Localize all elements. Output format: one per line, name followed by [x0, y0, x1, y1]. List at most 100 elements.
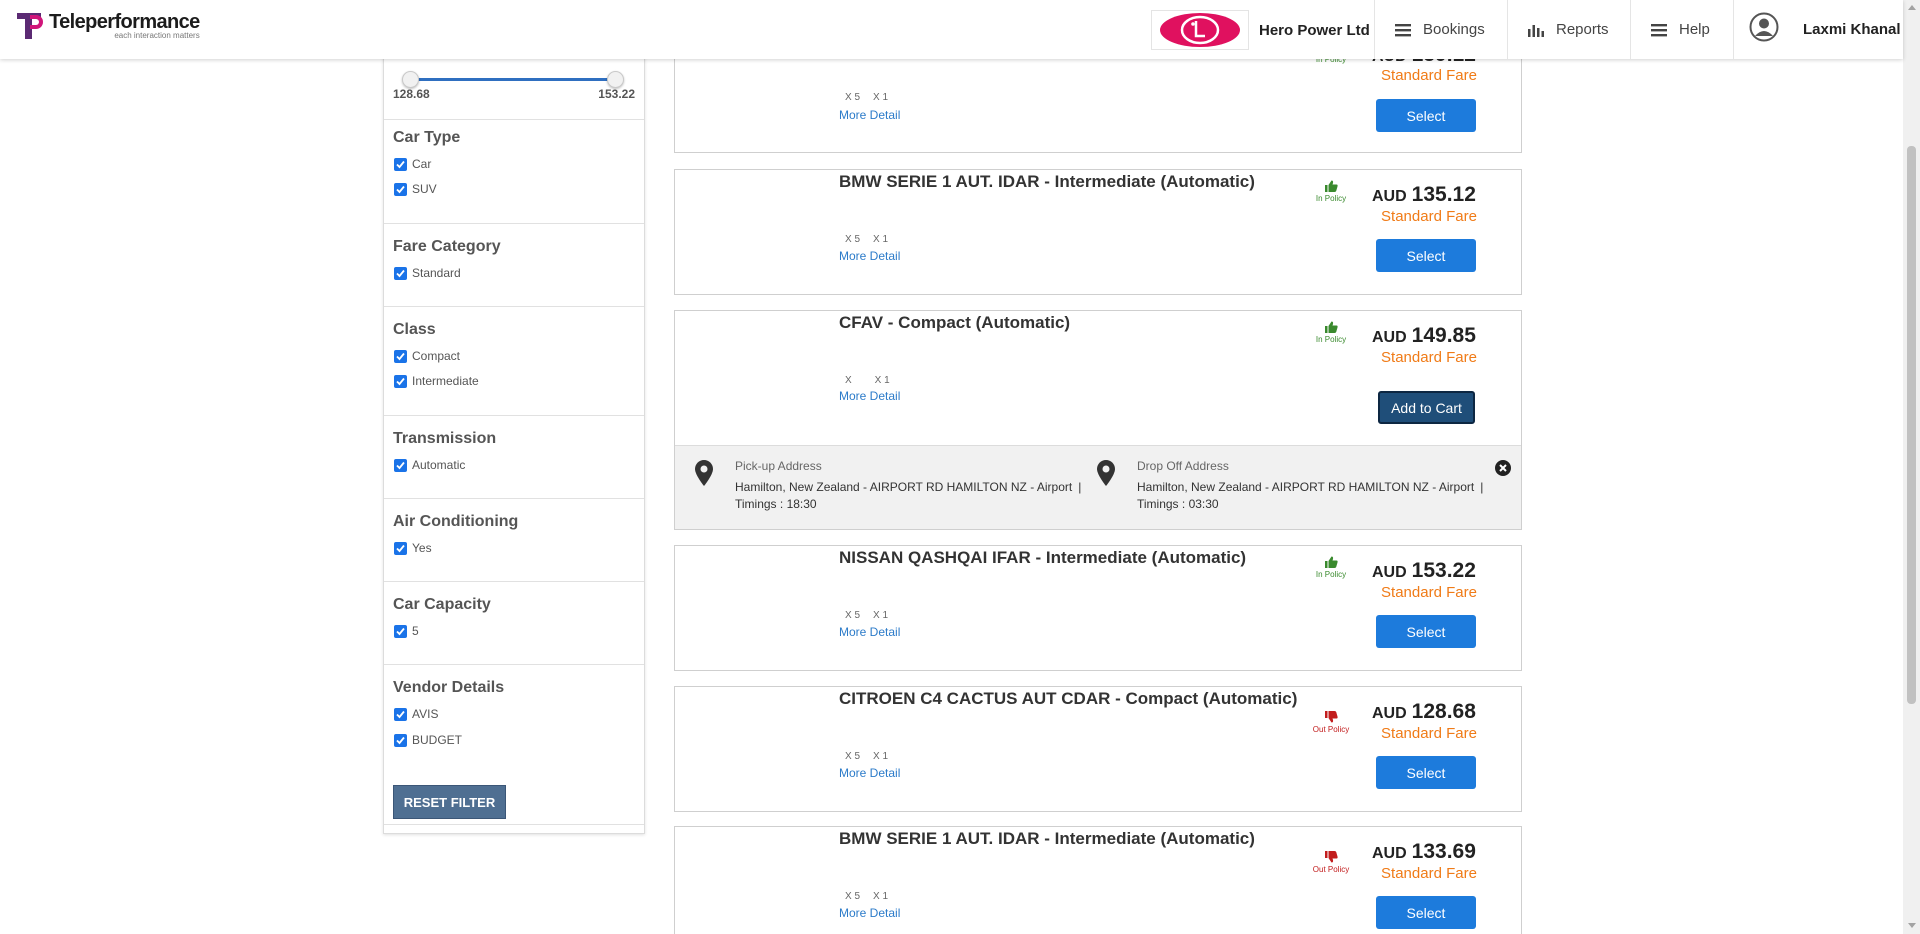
filter-option[interactable]: Compact: [394, 349, 460, 363]
capacity-info: X 5 X 1: [845, 891, 901, 902]
nav-help-label: Help: [1679, 21, 1710, 38]
checkbox-checked-icon[interactable]: [394, 707, 407, 721]
car-result-card: CITROEN C4 CACTUS AUT CDAR - Compact (Au…: [674, 686, 1522, 812]
car-price: AUD 153.22: [1372, 559, 1476, 583]
filter-option-label: AVIS: [412, 707, 439, 721]
scrollbar-thumb[interactable]: [1907, 146, 1916, 704]
thumbs-down-icon: [1325, 711, 1338, 723]
menu-icon: [1395, 23, 1411, 37]
fare-type: Standard Fare: [1381, 584, 1477, 601]
select-button[interactable]: Select: [1376, 615, 1476, 648]
seats-count: X 5: [845, 92, 861, 103]
filter-option[interactable]: Car: [394, 157, 431, 171]
policy-badge: In Policy: [1309, 556, 1353, 579]
select-button[interactable]: Select: [1376, 756, 1476, 789]
brand-logo[interactable]: Teleperformance each interaction matters: [17, 11, 200, 47]
filter-option[interactable]: 5: [394, 624, 419, 638]
nav-help[interactable]: Help: [1630, 0, 1733, 59]
dropoff-address: Hamilton, New Zealand - AIRPORT RD HAMIL…: [1137, 479, 1483, 513]
price-range-max: 153.22: [598, 87, 635, 101]
policy-label: In Policy: [1315, 194, 1347, 203]
filter-vendor-details: Vendor Details AVIS BUDGET: [384, 664, 644, 774]
policy-label: In Policy: [1315, 570, 1347, 579]
filter-option[interactable]: Yes: [394, 541, 432, 555]
scroll-down-icon[interactable]: [1908, 923, 1916, 928]
pickup-address: Hamilton, New Zealand - AIRPORT RD HAMIL…: [735, 479, 1081, 513]
capacity-info: X 5 X 1: [845, 92, 901, 103]
reset-filter-button[interactable]: RESET FILTER: [393, 785, 506, 819]
company-switcher[interactable]: Hero Power Ltd: [1151, 10, 1370, 50]
page-scrollbar[interactable]: [1903, 0, 1920, 934]
seats-count: X 5: [845, 891, 861, 902]
select-button[interactable]: Select: [1376, 99, 1476, 132]
checkbox-checked-icon[interactable]: [394, 458, 407, 472]
checkbox-checked-icon[interactable]: [394, 157, 407, 171]
fare-type: Standard Fare: [1381, 208, 1477, 225]
capacity-info: X 5 X 1: [845, 610, 901, 621]
scroll-up-icon[interactable]: [1908, 5, 1916, 10]
filter-title: Car Type: [393, 129, 461, 146]
more-detail-link[interactable]: More Detail: [839, 625, 900, 639]
nav-bookings[interactable]: Bookings: [1374, 0, 1487, 59]
filter-title: Car Capacity: [393, 596, 491, 613]
price-range-track: [410, 78, 616, 81]
car-price: AUD 133.69: [1372, 840, 1476, 864]
map-pin-icon: [695, 460, 713, 491]
bags-count: X 1: [873, 751, 889, 762]
filter-transmission: Transmission Automatic: [384, 415, 644, 499]
more-detail-link[interactable]: More Detail: [839, 906, 900, 920]
checkbox-checked-icon[interactable]: [394, 374, 407, 388]
filter-option-label: Automatic: [412, 458, 466, 472]
filter-option[interactable]: AVIS: [394, 707, 438, 721]
checkbox-checked-icon[interactable]: [394, 541, 407, 555]
more-detail-link[interactable]: More Detail: [839, 766, 900, 780]
filter-fare-category: Fare Category Standard: [384, 223, 644, 307]
bags-count: X 1: [873, 610, 889, 621]
car-name: NISSAN QASHQAI IFAR - Intermediate (Auto…: [839, 548, 1247, 567]
filter-title: Transmission: [393, 430, 497, 447]
filter-option[interactable]: Intermediate: [394, 374, 479, 388]
dropoff-timings: Timings : 03:30: [1137, 497, 1219, 511]
bags-count: X 1: [873, 92, 889, 103]
nav-reports[interactable]: Reports: [1507, 0, 1630, 59]
user-name: Laxmi Khanal: [1803, 21, 1901, 38]
price-max-handle[interactable]: [607, 71, 624, 88]
select-button[interactable]: Select: [1376, 239, 1476, 272]
checkbox-checked-icon[interactable]: [394, 624, 407, 638]
price-currency: AUD: [1372, 705, 1407, 722]
user-avatar-icon: [1749, 12, 1779, 47]
close-icon[interactable]: [1495, 460, 1511, 481]
checkbox-checked-icon[interactable]: [394, 182, 407, 196]
filter-option-label: Car: [412, 157, 432, 171]
checkbox-checked-icon[interactable]: [394, 266, 407, 280]
policy-badge: In Policy: [1309, 180, 1353, 203]
car-result-card: BMW SERIE 1 AUT. IDAR - Intermediate (Au…: [674, 169, 1522, 295]
more-detail-link[interactable]: More Detail: [839, 389, 900, 403]
filter-title: Vendor Details: [393, 679, 505, 696]
checkbox-checked-icon[interactable]: [394, 349, 407, 363]
capacity-info: X X 1: [845, 375, 903, 386]
add-to-cart-button[interactable]: Add to Cart: [1378, 391, 1475, 424]
filter-option-label: SUV: [412, 182, 437, 196]
filter-sidebar: 128.68 153.22 Car Type Car SUV Fare Cate…: [383, 50, 645, 834]
brand-name: Teleperformance: [49, 11, 200, 33]
map-pin-icon: [1097, 460, 1115, 491]
more-detail-link[interactable]: More Detail: [839, 108, 900, 122]
filter-option[interactable]: Standard: [394, 266, 461, 280]
price-amount: 128.68: [1411, 700, 1476, 723]
car-result-card: NISSAN QASHQAI IFAR - Intermediate (Auto…: [674, 545, 1522, 671]
menu-icon: [1651, 23, 1667, 37]
user-menu[interactable]: Laxmi Khanal: [1733, 0, 1901, 59]
select-button[interactable]: Select: [1376, 896, 1476, 929]
price-range-min: 128.68: [393, 87, 430, 101]
checkbox-checked-icon[interactable]: [394, 733, 407, 747]
price-min-handle[interactable]: [402, 71, 419, 88]
filter-option[interactable]: SUV: [394, 182, 437, 196]
filter-option-label: Compact: [412, 349, 461, 363]
price-range-slider[interactable]: [402, 70, 624, 90]
filter-option[interactable]: BUDGET: [394, 733, 462, 747]
more-detail-link[interactable]: More Detail: [839, 249, 900, 263]
filter-car-type: Car Type Car SUV: [384, 119, 644, 228]
separator: |: [1078, 480, 1082, 494]
filter-option[interactable]: Automatic: [394, 458, 465, 472]
